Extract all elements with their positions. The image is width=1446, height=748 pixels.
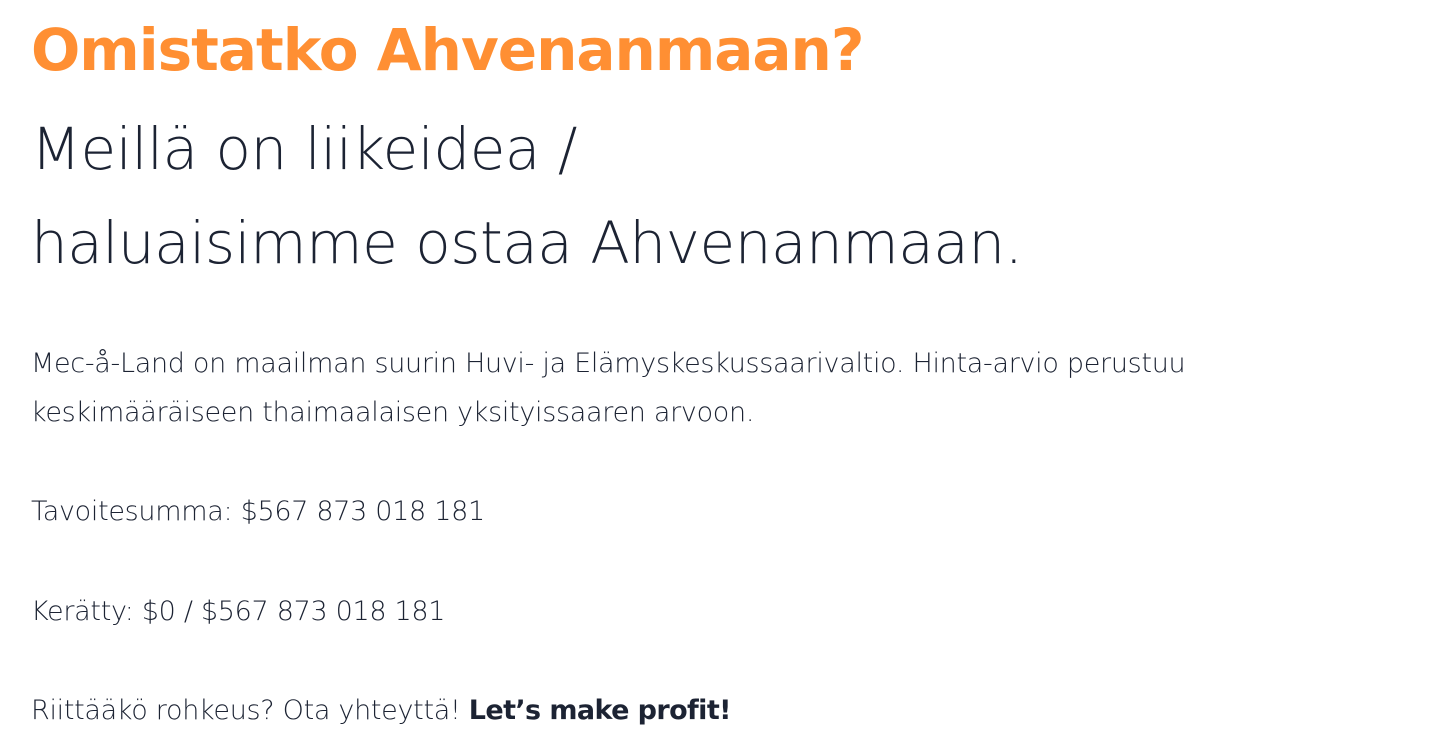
- subheading-line-1: Meillä on liikeidea /: [31, 115, 577, 183]
- page-subheading: Meillä on liikeidea / haluaisimme ostaa …: [31, 102, 1023, 290]
- cta-strong-text: Let’s make profit!: [468, 695, 732, 726]
- cta-text: Riittääkö rohkeus? Ota yhteyttä!: [31, 695, 469, 726]
- intro-line-2: keskimääräiseen thaimaalaisen yksityissa…: [31, 397, 755, 428]
- intro-paragraph: Mec-å-Land on maailman suurin Huvi- ja E…: [31, 339, 1186, 437]
- subheading-line-2: haluaisimme ostaa Ahvenanmaan.: [31, 209, 1023, 277]
- intro-line-1: Mec-å-Land on maailman suurin Huvi- ja E…: [31, 348, 1186, 379]
- raised-amount: Kerätty: $0 / $567 873 018 181: [31, 596, 446, 627]
- page-headline: Omistatko Ahvenanmaan?: [31, 16, 864, 84]
- call-to-action: Riittääkö rohkeus? Ota yhteyttä! Let’s m…: [31, 686, 731, 735]
- target-amount: Tavoitesumma: $567 873 018 181: [31, 496, 485, 527]
